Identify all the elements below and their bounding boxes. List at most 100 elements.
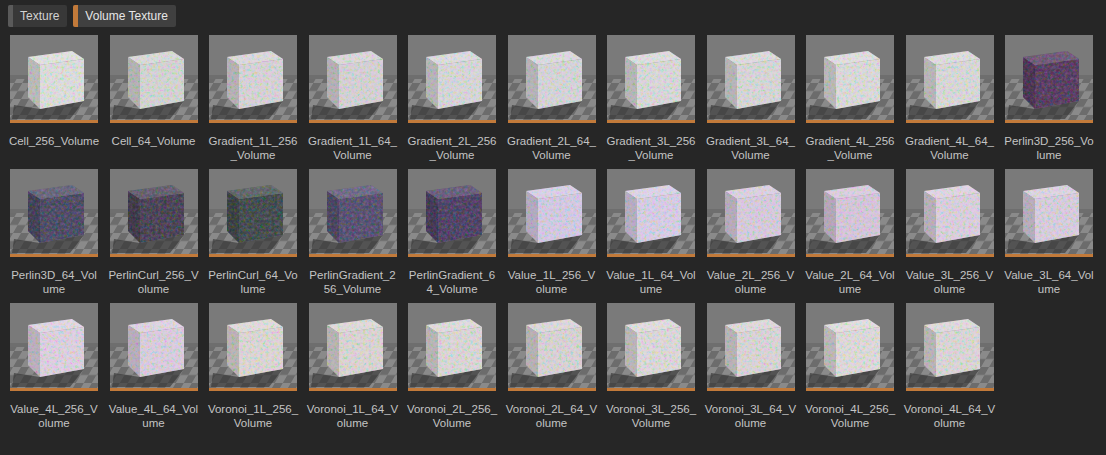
asset-name: Gradient_1L_64_Volume	[307, 134, 399, 163]
asset-tile[interactable]: PerlinCurl_256_Volume	[110, 169, 198, 297]
asset-tile[interactable]: Value_4L_64_Volume	[110, 303, 198, 431]
asset-tile[interactable]: Gradient_4L_64_Volume	[906, 35, 994, 163]
asset-name: Gradient_2L_64_Volume	[506, 134, 598, 163]
asset-name: Value_1L_64_Volume	[605, 268, 697, 297]
volume-cube-icon	[408, 303, 496, 391]
volume-cube-icon	[508, 35, 596, 123]
asset-tile[interactable]: Gradient_3L_64_Volume	[707, 35, 795, 163]
volume-cube-icon	[607, 303, 695, 391]
asset-name: Value_3L_256_Volume	[904, 268, 996, 297]
asset-tile[interactable]: Value_4L_256_Volume	[10, 303, 98, 431]
asset-tile[interactable]: Cell_64_Volume	[110, 35, 198, 163]
asset-tile[interactable]: Cell_256_Volume	[10, 35, 98, 163]
asset-tile[interactable]: Voronoi_3L_256_Volume	[607, 303, 695, 431]
asset-name: Gradient_3L_64_Volume	[705, 134, 797, 163]
volume-cube-icon	[309, 35, 397, 123]
asset-name: PerlinCurl_256_Volume	[108, 268, 200, 297]
asset-tile[interactable]: Gradient_3L_256_Volume	[607, 35, 695, 163]
volume-cube-icon	[309, 303, 397, 391]
volume-cube-icon	[508, 169, 596, 257]
volume-cube-icon	[408, 35, 496, 123]
asset-name: Cell_64_Volume	[108, 134, 200, 163]
asset-tile[interactable]: Voronoi_4L_256_Volume	[806, 303, 894, 431]
asset-name: Voronoi_1L_256_Volume	[207, 402, 299, 431]
volume-cube-icon	[707, 169, 795, 257]
content-browser: Texture Volume Texture Cell_256_Volume C…	[0, 0, 1106, 455]
asset-tile[interactable]: Value_1L_64_Volume	[607, 169, 695, 297]
asset-tile[interactable]: Value_1L_256_Volume	[508, 169, 596, 297]
volume-cube-icon	[607, 35, 695, 123]
filter-color-mark	[73, 5, 78, 27]
asset-name: Gradient_3L_256_Volume	[605, 134, 697, 163]
asset-name: Voronoi_2L_64_Volume	[506, 402, 598, 431]
asset-tile[interactable]: Value_2L_256_Volume	[707, 169, 795, 297]
filter-chip[interactable]: Texture	[8, 5, 67, 27]
volume-cube-icon	[209, 35, 297, 123]
asset-tile[interactable]: Voronoi_2L_256_Volume	[408, 303, 496, 431]
volume-cube-icon	[707, 303, 795, 391]
filter-color-mark	[8, 5, 13, 27]
filter-bar: Texture Volume Texture	[8, 5, 1106, 27]
asset-tile[interactable]: Perlin3D_256_Volume	[1005, 35, 1093, 163]
volume-cube-icon	[806, 303, 894, 391]
volume-cube-icon	[110, 169, 198, 257]
asset-tile[interactable]: Voronoi_2L_64_Volume	[508, 303, 596, 431]
asset-name: Cell_256_Volume	[8, 134, 100, 163]
asset-name: PerlinGradient_64_Volume	[406, 268, 498, 297]
asset-name: Voronoi_2L_256_Volume	[406, 402, 498, 431]
volume-cube-icon	[110, 35, 198, 123]
filter-chip[interactable]: Volume Texture	[73, 5, 176, 27]
asset-tile[interactable]: Perlin3D_64_Volume	[10, 169, 98, 297]
asset-tile[interactable]: PerlinGradient_64_Volume	[408, 169, 496, 297]
asset-name: Value_2L_64_Volume	[804, 268, 896, 297]
asset-name: Voronoi_1L_64_Volume	[307, 402, 399, 431]
asset-tile[interactable]: PerlinGradient_256_Volume	[309, 169, 397, 297]
asset-name: Voronoi_3L_64_Volume	[705, 402, 797, 431]
asset-name: Gradient_4L_64_Volume	[904, 134, 996, 163]
asset-name: Gradient_4L_256_Volume	[804, 134, 896, 163]
asset-tile[interactable]: Value_3L_64_Volume	[1005, 169, 1093, 297]
asset-name: Perlin3D_64_Volume	[8, 268, 100, 297]
asset-name: Value_1L_256_Volume	[506, 268, 598, 297]
volume-cube-icon	[1005, 169, 1093, 257]
volume-cube-icon	[209, 169, 297, 257]
volume-cube-icon	[10, 303, 98, 391]
asset-tile[interactable]: Value_3L_256_Volume	[906, 169, 994, 297]
volume-cube-icon	[1005, 35, 1093, 123]
volume-cube-icon	[10, 35, 98, 123]
asset-tile[interactable]: Gradient_1L_256_Volume	[209, 35, 297, 163]
asset-tile[interactable]: Voronoi_4L_64_Volume	[906, 303, 994, 431]
volume-cube-icon	[110, 303, 198, 391]
asset-grid: Cell_256_Volume Cell_64_Volume Gradient_…	[10, 35, 1106, 431]
asset-name: PerlinGradient_256_Volume	[307, 268, 399, 297]
asset-tile[interactable]: Gradient_4L_256_Volume	[806, 35, 894, 163]
asset-tile[interactable]: Voronoi_1L_64_Volume	[309, 303, 397, 431]
asset-tile[interactable]: Voronoi_3L_64_Volume	[707, 303, 795, 431]
asset-tile[interactable]: PerlinCurl_64_Volume	[209, 169, 297, 297]
asset-name: Voronoi_4L_256_Volume	[804, 402, 896, 431]
asset-name: Value_3L_64_Volume	[1003, 268, 1095, 297]
volume-cube-icon	[806, 35, 894, 123]
asset-name: Gradient_1L_256_Volume	[207, 134, 299, 163]
volume-cube-icon	[508, 303, 596, 391]
asset-name: Value_2L_256_Volume	[705, 268, 797, 297]
asset-tile[interactable]: Gradient_2L_256_Volume	[408, 35, 496, 163]
volume-cube-icon	[707, 35, 795, 123]
asset-name: Voronoi_3L_256_Volume	[605, 402, 697, 431]
volume-cube-icon	[806, 169, 894, 257]
asset-name: Value_4L_256_Volume	[8, 402, 100, 431]
asset-tile[interactable]: Value_2L_64_Volume	[806, 169, 894, 297]
asset-name: Perlin3D_256_Volume	[1003, 134, 1095, 163]
asset-name: Value_4L_64_Volume	[108, 402, 200, 431]
volume-cube-icon	[10, 169, 98, 257]
volume-cube-icon	[309, 169, 397, 257]
asset-tile[interactable]: Voronoi_1L_256_Volume	[209, 303, 297, 431]
asset-tile[interactable]: Gradient_1L_64_Volume	[309, 35, 397, 163]
asset-name: Gradient_2L_256_Volume	[406, 134, 498, 163]
volume-cube-icon	[906, 303, 994, 391]
volume-cube-icon	[209, 303, 297, 391]
volume-cube-icon	[906, 169, 994, 257]
volume-cube-icon	[906, 35, 994, 123]
asset-name: Voronoi_4L_64_Volume	[904, 402, 996, 431]
asset-tile[interactable]: Gradient_2L_64_Volume	[508, 35, 596, 163]
